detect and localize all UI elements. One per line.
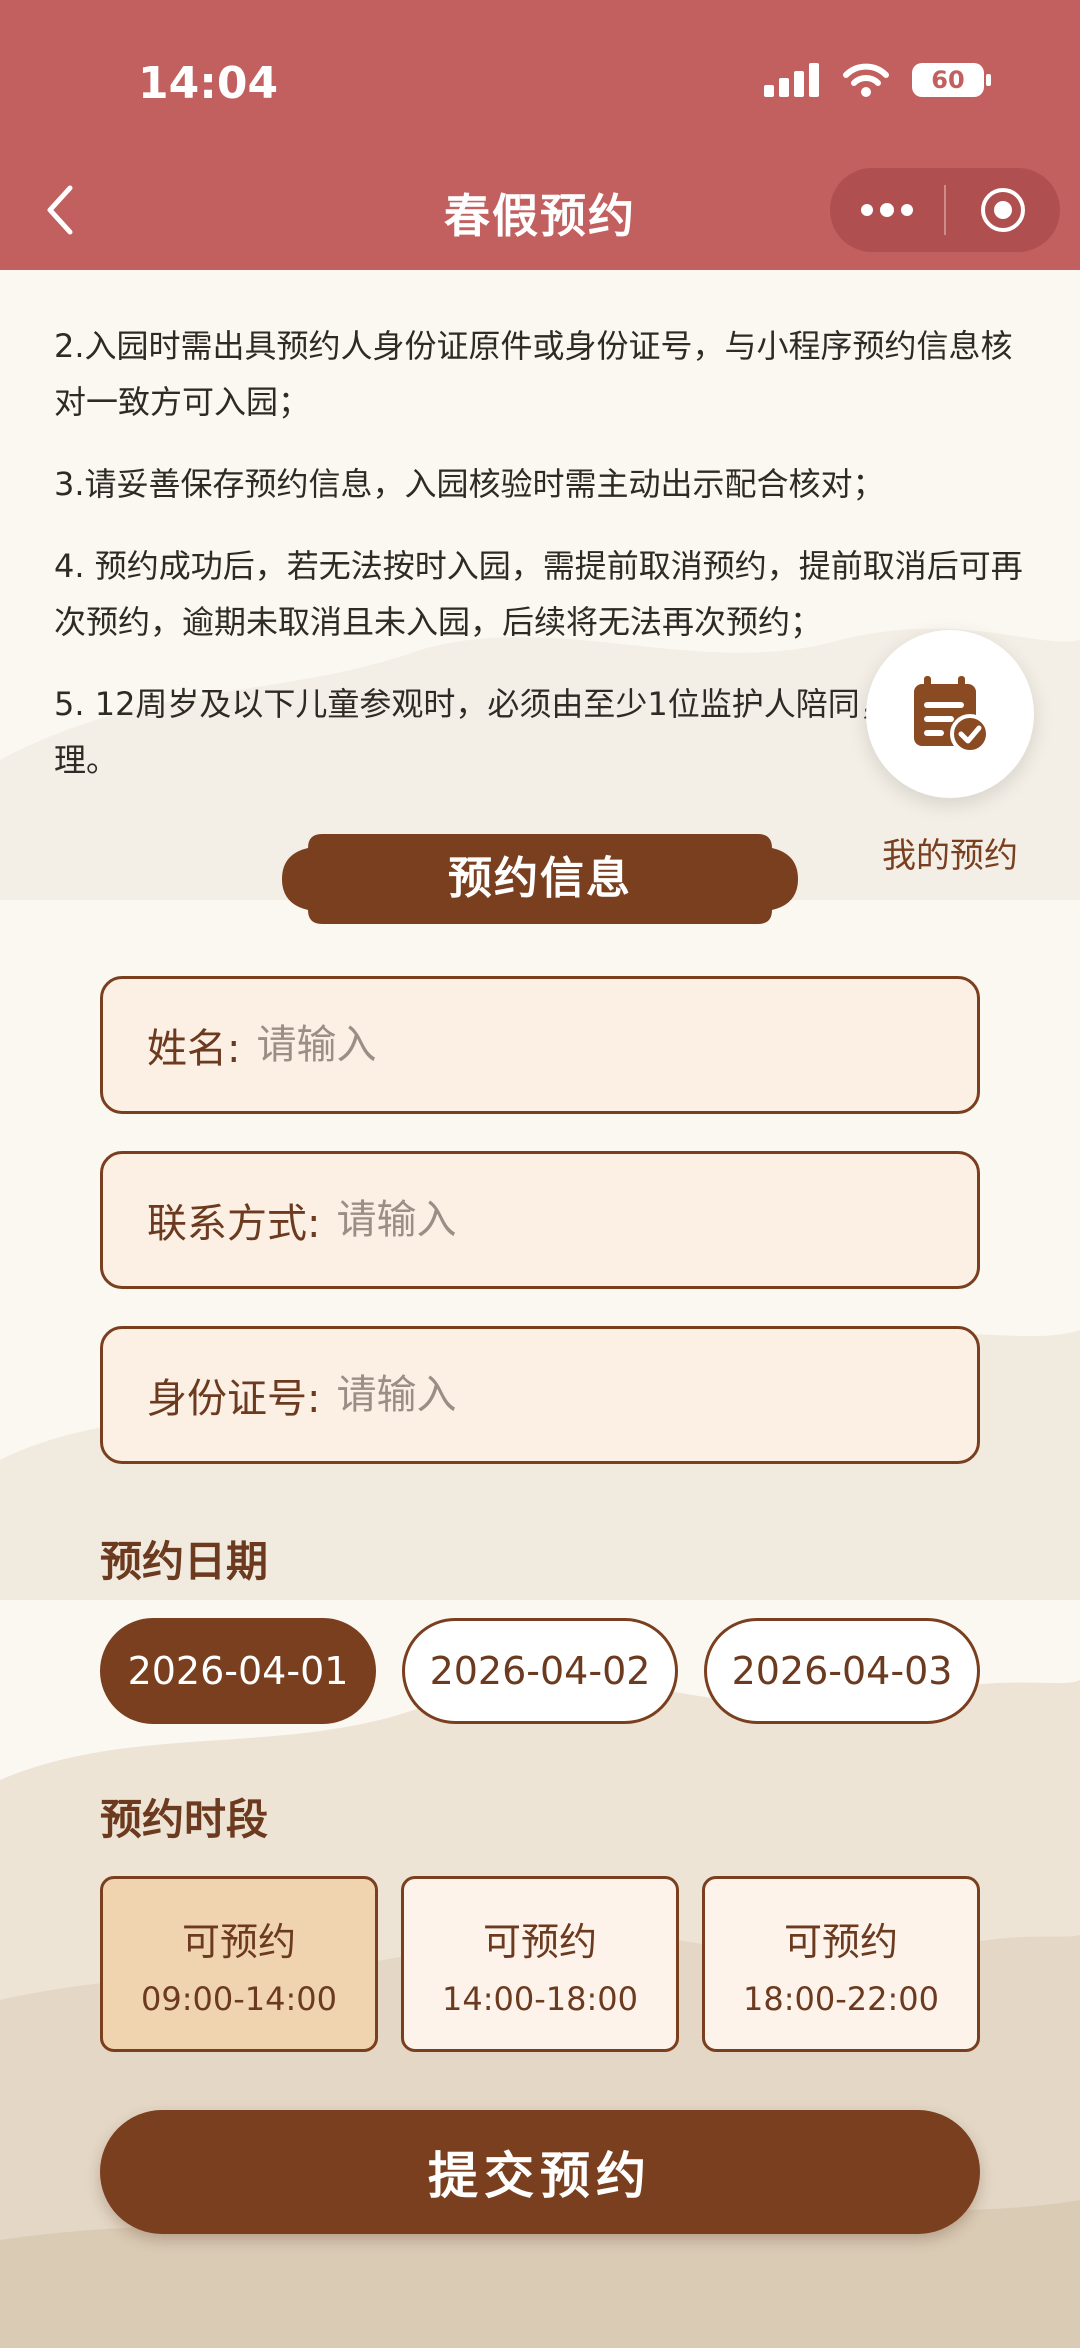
time-slot[interactable]: 可预约 14:00-18:00 xyxy=(401,1876,679,2052)
note-item: 3.请妥善保存预约信息，入园核验时需主动出示配合核对； xyxy=(54,465,885,503)
signal-icon xyxy=(764,63,819,97)
my-booking-button[interactable] xyxy=(866,630,1034,798)
more-dots-icon xyxy=(861,203,913,217)
phone-label: 联系方式: xyxy=(147,1201,321,1247)
time-slot[interactable]: 可预约 18:00-22:00 xyxy=(702,1876,980,2052)
name-input[interactable] xyxy=(254,1021,819,1069)
time-section-title: 预约时段 xyxy=(100,1795,269,1844)
slot-time: 18:00-22:00 xyxy=(743,1979,939,2018)
phone-field: 联系方式: xyxy=(100,1151,980,1289)
slot-status: 可预约 xyxy=(181,1919,296,1964)
note-item: 2.入园时需出具预约人身份证原件或身份证号，与小程序预约信息核对一致方可入园； xyxy=(54,327,1013,421)
date-option[interactable]: 2026-04-02 xyxy=(402,1618,678,1724)
status-time: 14:04 xyxy=(138,58,279,109)
id-card-input[interactable] xyxy=(334,1371,899,1419)
mini-program-capsule xyxy=(830,168,1060,252)
section-title-banner: 预约信息 xyxy=(282,834,798,924)
phone-input[interactable] xyxy=(334,1196,899,1244)
slot-time: 14:00-18:00 xyxy=(442,1979,638,2018)
time-slot[interactable]: 可预约 09:00-14:00 xyxy=(100,1876,378,2052)
id-card-field: 身份证号: xyxy=(100,1326,980,1464)
submit-button[interactable]: 提交预约 xyxy=(100,2110,980,2234)
id-card-label: 身份证号: xyxy=(147,1376,321,1422)
close-button[interactable] xyxy=(946,168,1060,252)
name-field: 姓名: xyxy=(100,976,980,1114)
status-icons: 60 xyxy=(764,62,991,98)
section-title: 预约信息 xyxy=(448,853,632,904)
slot-status: 可预约 xyxy=(783,1919,898,1964)
battery-indicator: 60 xyxy=(912,63,991,97)
calendar-check-icon xyxy=(914,676,990,754)
slot-status: 可预约 xyxy=(482,1919,597,1964)
target-circle-icon xyxy=(981,188,1025,232)
my-booking-label: 我的预约 xyxy=(882,836,1018,876)
date-section-title: 预约日期 xyxy=(100,1537,269,1586)
date-option[interactable]: 2026-04-03 xyxy=(704,1618,980,1724)
wifi-icon xyxy=(843,63,889,97)
app-header: 14:04 60 春假预约 xyxy=(0,0,1080,270)
note-item: 4. 预约成功后，若无法按时入园，需提前取消预约，提前取消后可再次预约，逾期未取… xyxy=(54,547,1023,641)
slot-time: 09:00-14:00 xyxy=(141,1979,337,2018)
name-label: 姓名: xyxy=(147,1026,241,1072)
date-option[interactable]: 2026-04-01 xyxy=(100,1618,376,1724)
more-button[interactable] xyxy=(830,168,944,252)
